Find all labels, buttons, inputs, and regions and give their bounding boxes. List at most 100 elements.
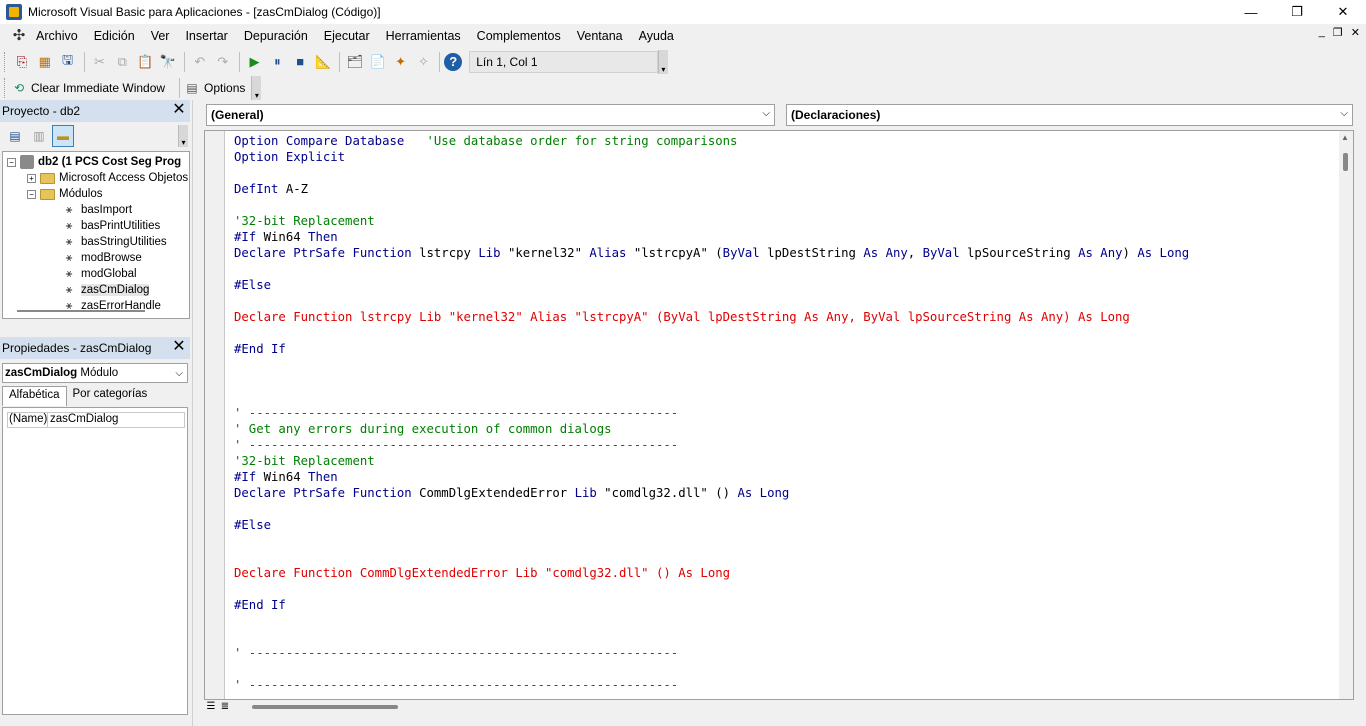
menu-depuracion[interactable]: Depuración (244, 29, 308, 43)
save-icon[interactable]: 🖫 (57, 51, 79, 73)
tree-module-item[interactable]: ⚹ basImport (61, 202, 132, 218)
tab-por-categorias[interactable]: Por categorías (67, 386, 154, 406)
property-value[interactable]: zasCmDialog (48, 413, 118, 427)
menu-edicion[interactable]: Edición (94, 29, 135, 43)
menu-ventana[interactable]: Ventana (577, 29, 623, 43)
tree-module-item[interactable]: ⚹ modGlobal (61, 266, 137, 282)
code-line[interactable]: DefInt A-Z (234, 181, 308, 197)
object-browser-icon[interactable]: ✦ (390, 51, 412, 73)
options-button[interactable]: ▤ Options (184, 80, 245, 96)
code-line[interactable]: ' --------------------------------------… (234, 405, 678, 421)
tree-root[interactable]: − db2 (1 PCS Cost Seg Prog (7, 154, 181, 170)
code-line[interactable]: '32-bit Replacement (234, 213, 375, 229)
find-icon[interactable]: 🔭 (157, 51, 179, 73)
view-code-icon[interactable]: ▤ (4, 125, 26, 147)
code-line[interactable]: #Else (234, 277, 271, 293)
code-line[interactable]: Declare PtrSafe Function CommDlgExtended… (234, 485, 789, 501)
margin-indicator-bar[interactable] (205, 131, 225, 699)
toolbox-icon[interactable]: ✧ (412, 51, 434, 73)
code-line[interactable]: #If Win64 Then (234, 469, 338, 485)
code-line[interactable]: Declare PtrSafe Function lstrcpy Lib "ke… (234, 245, 1189, 261)
code-line[interactable]: #End If (234, 341, 286, 357)
code-line[interactable]: ' Get any errors during execution of com… (234, 421, 612, 437)
code-line[interactable]: #If Win64 Then (234, 229, 338, 245)
view-object-icon[interactable]: ▥ (28, 125, 50, 147)
code-line[interactable]: ' --------------------------------------… (234, 437, 678, 453)
design-mode-icon[interactable]: 📐 (312, 51, 334, 73)
break-icon[interactable]: ⏸ (266, 51, 288, 73)
redo-icon[interactable]: ↷ (212, 51, 234, 73)
code-line[interactable]: Declare Function lstrcpy Lib "kernel32" … (234, 309, 1130, 325)
object-combo[interactable]: (General) ⌵ (206, 104, 775, 126)
project-explorer-icon[interactable]: 🗂 (344, 51, 366, 73)
tree-module-item[interactable]: ⚹ basPrintUtilities (61, 218, 161, 234)
insert-module-icon[interactable]: ▦ (34, 51, 56, 73)
tree-modules-folder[interactable]: − Módulos (27, 186, 102, 202)
close-project-panel-button[interactable]: ✕ (170, 101, 188, 119)
code-line[interactable]: #End If (234, 597, 286, 613)
clear-immediate-button[interactable]: ⟲ Clear Immediate Window (11, 80, 165, 96)
tab-alfabetica[interactable]: Alfabética (2, 386, 67, 406)
mdi-minimize-button[interactable]: _ (1319, 26, 1325, 39)
maximize-button[interactable]: ❐ (1274, 0, 1320, 24)
code-editor[interactable]: ▲ Option Compare Database 'Use database … (204, 130, 1354, 700)
project-toolbar-overflow[interactable]: ▾ (178, 125, 188, 147)
code-line[interactable]: ' --------------------------------------… (234, 645, 678, 661)
toolbar-grip[interactable] (4, 51, 7, 72)
toolbar2-overflow-button[interactable]: ▾ (251, 76, 262, 100)
tree-module-item-selected[interactable]: ⚹ zasCmDialog (61, 282, 150, 298)
tree-hscroll-thumb[interactable] (17, 310, 145, 312)
help-icon[interactable]: ? (444, 52, 463, 71)
code-line[interactable]: #Else (234, 517, 271, 533)
horizontal-scrollbar[interactable]: ☰ ≣ (204, 700, 1354, 714)
menu-ver[interactable]: Ver (151, 29, 170, 43)
copy-icon[interactable]: ⧉ (111, 51, 133, 73)
close-properties-panel-button[interactable]: ✕ (170, 338, 188, 356)
scroll-up-icon[interactable]: ▲ (1341, 133, 1349, 142)
code-line[interactable]: '32-bit Replacement (234, 453, 375, 469)
code-line[interactable]: Option Explicit (234, 149, 345, 165)
toolbar-overflow-button[interactable]: ▾ (657, 49, 668, 74)
menu-herramientas[interactable]: Herramientas (386, 29, 461, 43)
code-line[interactable]: Declare Function CommDlgExtendedError Li… (234, 565, 730, 581)
vba-menu-icon[interactable]: ✣ (10, 27, 28, 45)
paste-icon[interactable]: 📋 (134, 51, 156, 73)
undo-icon[interactable]: ↶ (189, 51, 211, 73)
tree-module-item[interactable]: ⚹ modBrowse (61, 250, 142, 266)
toolbar-separator (183, 51, 185, 72)
menu-archivo[interactable]: Archivo (36, 29, 78, 43)
vertical-scrollbar[interactable]: ▲ (1339, 131, 1353, 699)
cut-icon[interactable]: ✂ (89, 51, 111, 73)
hscroll-thumb[interactable] (252, 705, 398, 709)
menu-complementos[interactable]: Complementos (477, 29, 561, 43)
menu-ayuda[interactable]: Ayuda (639, 29, 674, 43)
full-module-view-icon[interactable]: ≣ (218, 700, 232, 714)
collapse-icon[interactable]: − (7, 157, 16, 167)
mdi-restore-button[interactable]: ❐ (1333, 26, 1343, 39)
toggle-folders-icon[interactable]: ▬ (52, 125, 74, 147)
run-icon[interactable]: ▶ (244, 51, 266, 73)
mdi-close-button[interactable]: ✕ (1351, 26, 1360, 39)
procedure-combo[interactable]: (Declaraciones) ⌵ (786, 104, 1353, 126)
scrollbar-thumb[interactable] (1343, 153, 1348, 171)
property-row[interactable]: (Name) zasCmDialog (7, 412, 185, 428)
reset-icon[interactable]: ■ (289, 51, 311, 73)
tree-module-item[interactable]: ⚹ basStringUtilities (61, 234, 167, 250)
properties-window-icon[interactable]: 📄 (367, 51, 389, 73)
expand-icon[interactable]: + (27, 173, 36, 183)
properties-object-select[interactable]: zasCmDialog Módulo ⌵ (2, 363, 188, 383)
project-icon (20, 155, 34, 169)
minimize-button[interactable]: — (1228, 0, 1274, 24)
menu-insertar[interactable]: Insertar (185, 29, 227, 43)
toolbar-grip[interactable] (4, 78, 7, 98)
code-line[interactable]: ' --------------------------------------… (234, 677, 678, 693)
menu-ejecutar[interactable]: Ejecutar (324, 29, 370, 43)
project-title-label: Proyecto - db2 (2, 104, 81, 118)
procedure-view-icon[interactable]: ☰ (204, 700, 218, 714)
tree-access-objects[interactable]: + Microsoft Access Objetos de (27, 170, 189, 186)
code-token: #Else (234, 518, 272, 532)
code-line[interactable]: Option Compare Database 'Use database or… (234, 133, 737, 149)
collapse-icon[interactable]: − (27, 189, 36, 199)
close-button[interactable]: ✕ (1320, 0, 1366, 24)
access-view-icon[interactable]: ⎘ (11, 51, 33, 73)
